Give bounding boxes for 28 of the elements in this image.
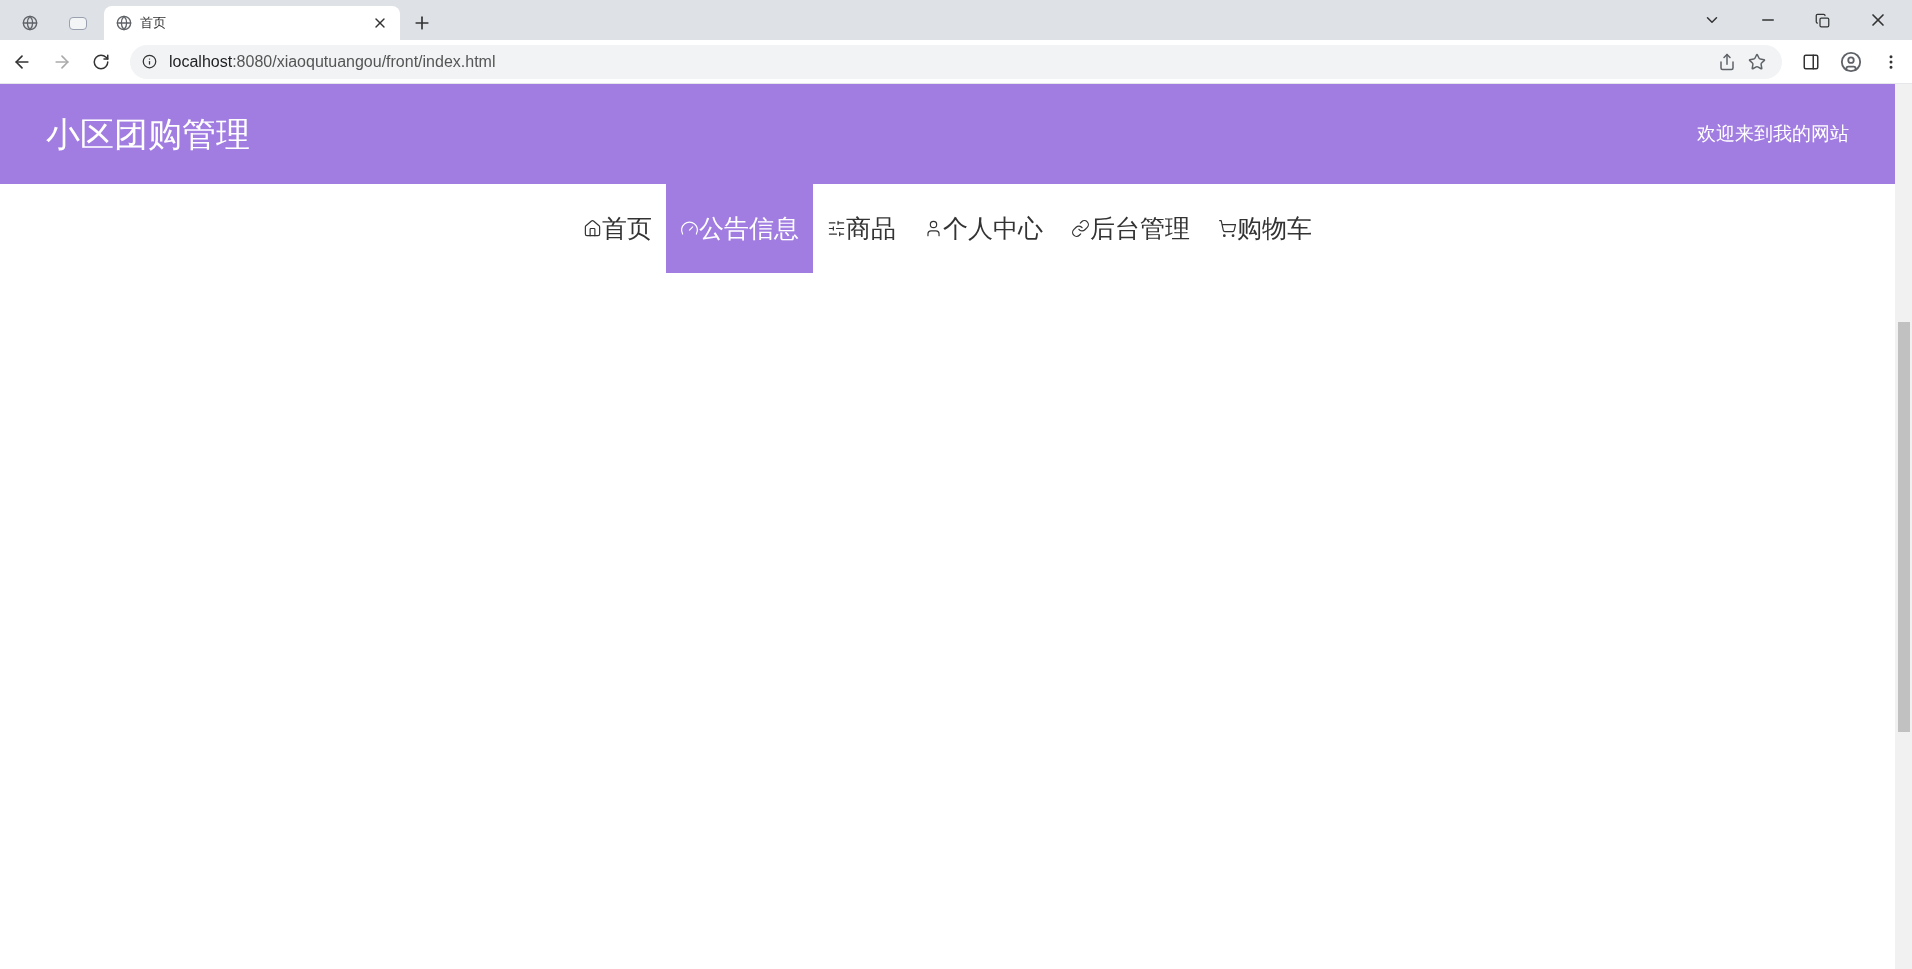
link-icon	[1071, 219, 1090, 238]
url-text: localhost:8080/xiaoqutuangou/front/index.html	[169, 51, 497, 72]
user-icon	[924, 219, 943, 238]
blank-page-icon	[69, 16, 87, 30]
reload-icon[interactable]	[92, 52, 110, 71]
address-bar[interactable]: localhost:8080/xiaoqutuangou/front/index.html	[130, 44, 1782, 79]
scrollbar[interactable]	[1895, 84, 1912, 969]
nav-link[interactable]: 商品	[813, 184, 910, 273]
restore-icon[interactable]	[1815, 12, 1830, 28]
profile-icon[interactable]	[1840, 50, 1862, 73]
nav-link[interactable]: 后台管理	[1057, 184, 1204, 273]
browser-tab[interactable]: 首页	[104, 6, 400, 40]
side-panel-icon[interactable]	[1802, 52, 1820, 71]
site-title: 小区团购管理	[46, 113, 250, 155]
nav-link[interactable]: 个人中心	[910, 184, 1057, 273]
info-icon	[142, 54, 157, 69]
globe-icon	[22, 15, 38, 31]
house-icon	[583, 219, 602, 238]
welcome-text: 欢迎来到我的网站	[1697, 121, 1849, 146]
gauge-icon	[680, 219, 699, 238]
share-icon[interactable]	[1718, 52, 1736, 71]
sliders-icon	[827, 219, 846, 238]
star-icon[interactable]	[1748, 52, 1766, 71]
nav-link[interactable]: 购物车	[1204, 184, 1326, 273]
cart-icon	[1218, 219, 1237, 238]
tab-title: 首页	[140, 14, 167, 33]
globe-icon	[116, 15, 132, 31]
nav-link[interactable]: 首页	[569, 184, 666, 273]
